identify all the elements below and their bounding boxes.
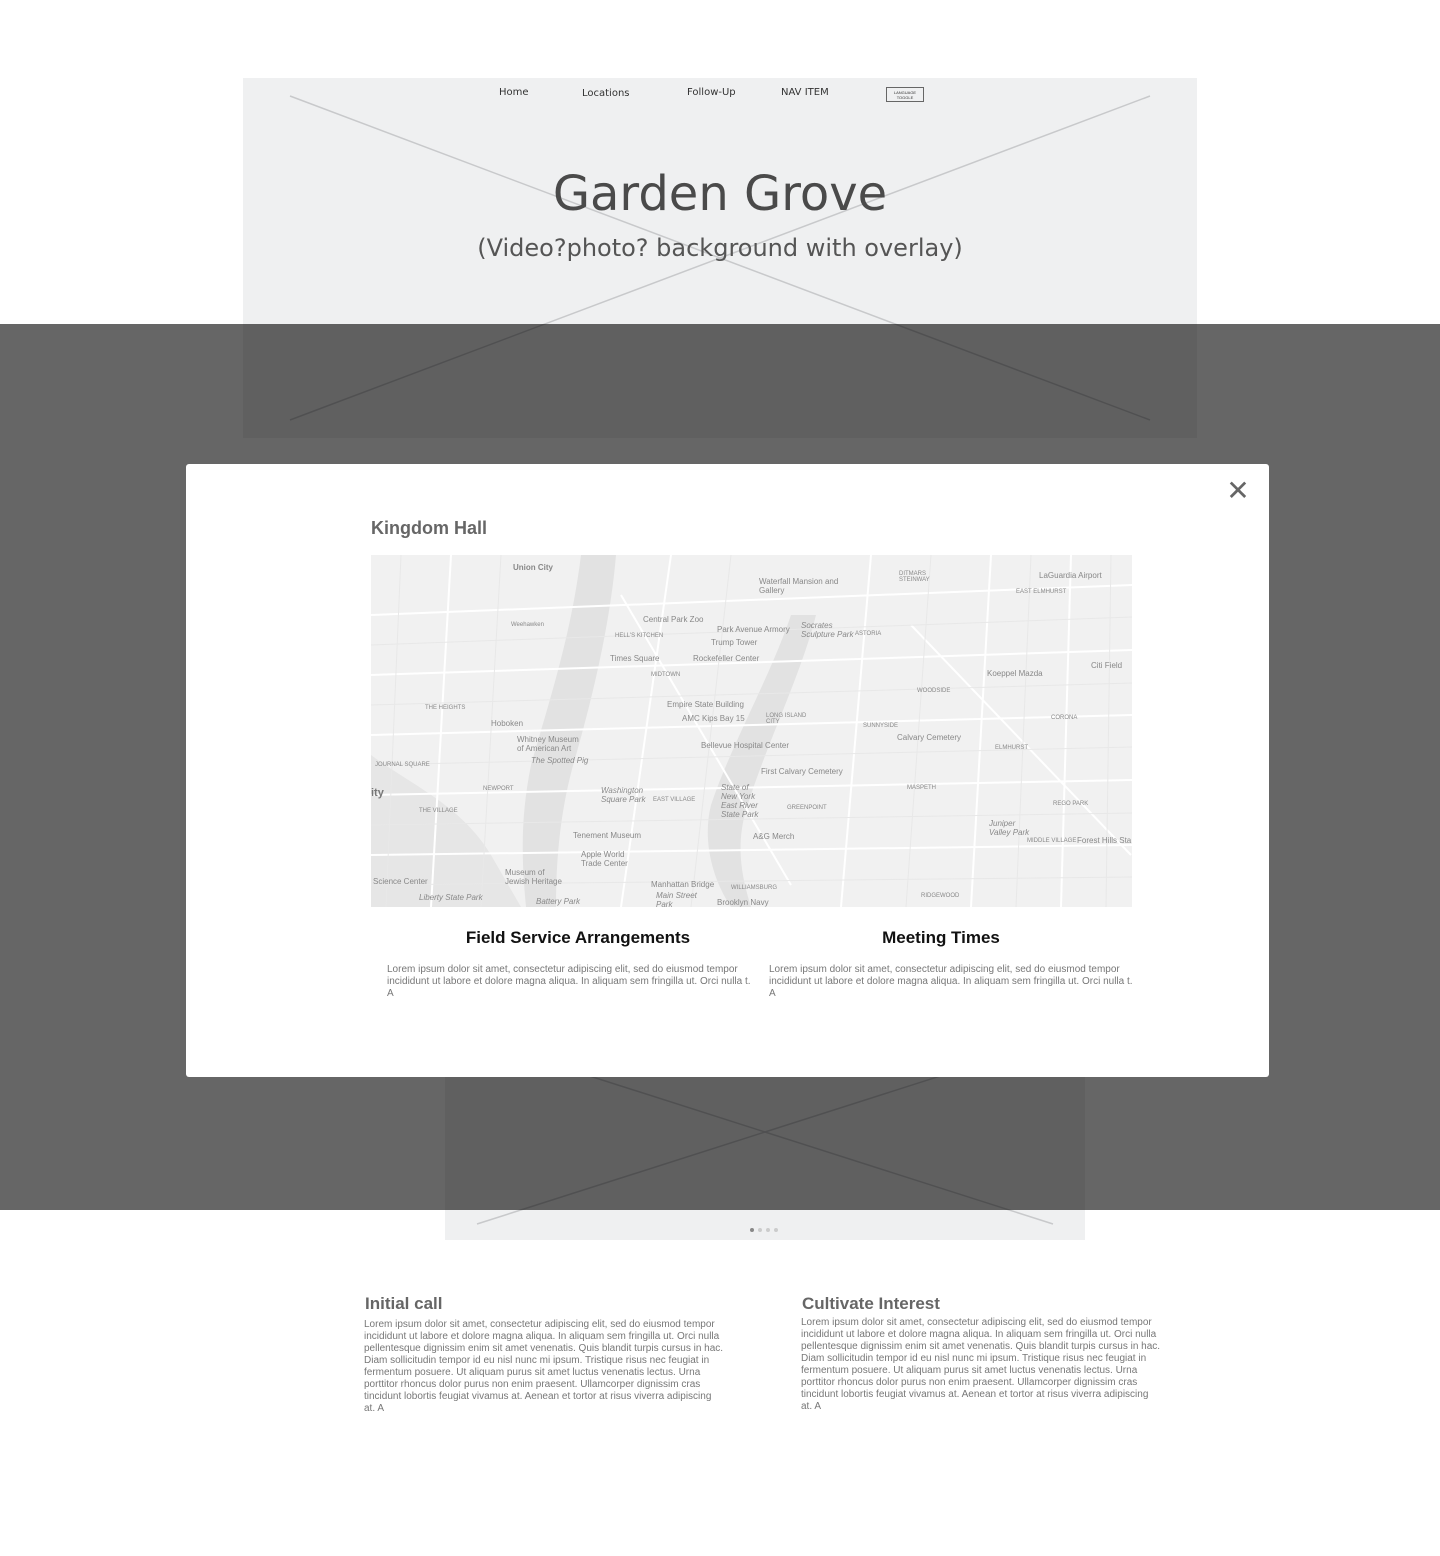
map-label: THE VILLAGE [419, 808, 458, 814]
map-label: WILLIAMSBURG [731, 885, 778, 891]
map-label: Empire State Building [667, 700, 744, 709]
map-label: RIDGEWOOD [921, 893, 960, 899]
initial-call-heading: Initial call [365, 1294, 443, 1313]
map-label: GREENPOINT [787, 805, 827, 811]
map-label: LONG ISLAND CITY [766, 713, 807, 725]
map-label: ity [371, 787, 384, 799]
map-label: DITMARS STEINWAY [899, 571, 930, 583]
map-label: MIDTOWN [651, 672, 681, 678]
location-map[interactable]: Union City Waterfall Mansion and Gallery… [371, 555, 1132, 907]
cultivate-interest-heading: Cultivate Interest [802, 1294, 940, 1313]
initial-call-text: Lorem ipsum dolor sit amet, consectetur … [364, 1319, 724, 1414]
cultivate-interest-text: Lorem ipsum dolor sit amet, consectetur … [801, 1317, 1161, 1412]
map-label: ASTORIA [855, 631, 882, 637]
map-label: REGO PARK [1053, 801, 1089, 807]
map-label: Apple World Trade Center [581, 850, 628, 868]
nav-item-generic[interactable]: NAV ITEM [781, 87, 829, 98]
meeting-times-text: Lorem ipsum dolor sit amet, consectetur … [769, 964, 1133, 999]
map-label: Citi Field [1091, 661, 1123, 670]
language-toggle[interactable]: LANGUAGE TOGGLE [886, 87, 924, 102]
map-label: MASPETH [907, 785, 937, 791]
map-label: AMC Kips Bay 15 [682, 714, 745, 723]
field-service-text: Lorem ipsum dolor sit amet, consectetur … [387, 964, 751, 999]
map-label: Liberty State Park [419, 893, 483, 902]
location-modal: ✕ Kingdom Hall Union City Waterfall Mans… [186, 464, 1269, 1077]
close-icon[interactable]: ✕ [1225, 477, 1251, 505]
map-label: Socrates Sculpture Park [801, 621, 854, 639]
map-label: CORONA [1051, 715, 1078, 721]
map-label: Brooklyn Navy [717, 898, 769, 907]
map-label: Park Avenue Armory [717, 625, 790, 634]
map-label: HELL'S KITCHEN [615, 633, 664, 639]
hero-subtitle: (Video?photo? background with overlay) [477, 234, 963, 262]
map-label: State of New York East River State Park [721, 783, 759, 819]
map-label: Museum of Jewish Heritage [505, 868, 562, 886]
slider-dot[interactable] [774, 1228, 778, 1232]
modal-title: Kingdom Hall [371, 518, 487, 538]
main-nav: Home Locations Follow-Up NAV ITEM LANGUA… [243, 78, 1197, 118]
map-label: THE HEIGHTS [425, 705, 466, 711]
map-label: Tenement Museum [573, 831, 642, 840]
slider-dot[interactable] [766, 1228, 770, 1232]
nav-item-follow-up[interactable]: Follow-Up [687, 87, 736, 98]
map-label: Washington Square Park [601, 786, 646, 804]
map-label: Waterfall Mansion and Gallery [759, 577, 839, 595]
map-label: The Spotted Pig [531, 756, 589, 765]
nav-item-locations[interactable]: Locations [582, 88, 630, 99]
map-label: MIDDLE VILLAGE [1027, 838, 1077, 844]
map-label: Hoboken [491, 719, 524, 728]
map-label: Koeppel Mazda [987, 669, 1043, 678]
map-label: Juniper Valley Park [989, 819, 1030, 837]
map-label: EAST ELMHURST [1016, 589, 1067, 595]
map-label: Main Street Park [656, 891, 697, 907]
map-label: LaGuardia Airport [1039, 571, 1102, 580]
map-label: WOODSIDE [917, 688, 951, 694]
map-label: EAST VILLAGE [653, 797, 696, 803]
slider-dots [750, 1228, 778, 1232]
map-label: Times Square [610, 654, 660, 663]
map-label: Bellevue Hospital Center [701, 741, 790, 750]
map-label: Forest Hills Sta [1077, 836, 1132, 845]
map-label: NEWPORT [483, 786, 514, 792]
map-label: Rockefeller Center [693, 654, 760, 663]
map-label: SUNNYSIDE [863, 723, 899, 729]
map-label: Whitney Museum of American Art [517, 735, 579, 753]
map-label: Manhattan Bridge [651, 880, 715, 889]
map-label: ELMHURST [995, 745, 1029, 751]
map-label: Calvary Cemetery [897, 733, 962, 742]
map-label: Trump Tower [711, 638, 758, 647]
map-roads [371, 555, 1132, 907]
map-label: Union City [513, 563, 553, 572]
map-label: Central Park Zoo [643, 615, 704, 624]
map-label: Battery Park [536, 897, 581, 906]
map-label: Weehawken [511, 622, 544, 628]
map-label: Science Center [373, 877, 428, 886]
field-service-heading: Field Service Arrangements [465, 928, 691, 947]
map-label: JOURNAL SQUARE [375, 762, 430, 768]
nav-item-home[interactable]: Home [499, 87, 529, 98]
map-label: A&G Merch [753, 832, 795, 841]
map-label: First Calvary Cemetery [761, 767, 843, 776]
slider-dot[interactable] [750, 1228, 754, 1232]
slider-dot[interactable] [758, 1228, 762, 1232]
hero-title: Garden Grove [552, 166, 888, 222]
meeting-times-heading: Meeting Times [882, 928, 1000, 947]
